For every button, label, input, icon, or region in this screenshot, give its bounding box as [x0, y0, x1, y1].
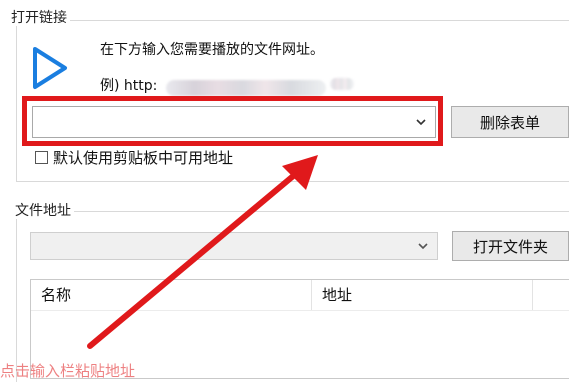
annotation-note: 点击输入栏粘贴地址 [0, 362, 136, 380]
annotation-arrow [87, 155, 318, 349]
